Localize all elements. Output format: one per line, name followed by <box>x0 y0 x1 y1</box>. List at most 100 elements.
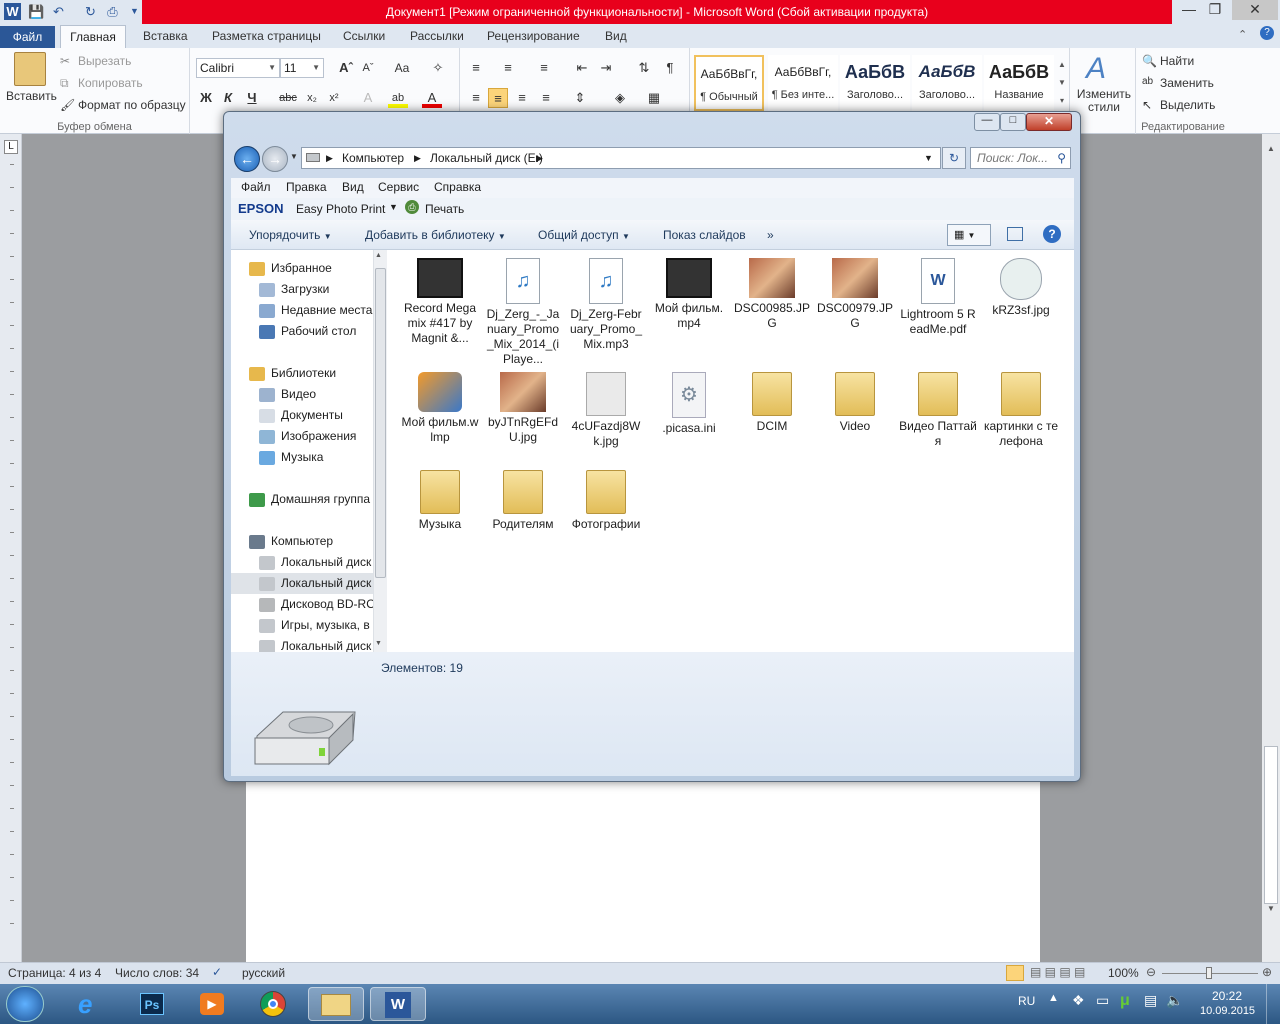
tray-time[interactable]: 20:22 <box>1212 989 1242 1003</box>
strikethrough-icon[interactable]: abc <box>278 88 298 108</box>
nav-item[interactable]: Библиотеки <box>231 363 379 384</box>
tab-selector-icon[interactable]: L <box>4 140 18 154</box>
word-app-icon[interactable]: W <box>4 3 21 20</box>
increase-indent-icon[interactable]: ⇥ <box>596 58 616 78</box>
nav-item[interactable]: Локальный диск <box>231 573 379 594</box>
nav-item[interactable]: Игры, музыка, в <box>231 615 379 636</box>
add-to-library-button[interactable]: Добавить в библиотеку ▼ <box>365 220 506 250</box>
word-taskbar-button[interactable]: W <box>370 987 426 1021</box>
tab-review[interactable]: Рецензирование <box>487 24 580 48</box>
word-count[interactable]: Число слов: 34 <box>115 966 199 980</box>
file-item[interactable]: ⚙ .picasa.ini <box>650 372 728 436</box>
copy-icon[interactable]: ⧉ <box>60 76 69 91</box>
start-button[interactable] <box>6 986 44 1022</box>
nav-item[interactable]: Дисковод BD-RO <box>231 594 379 615</box>
refresh-icon[interactable]: ↻ <box>942 147 966 169</box>
navigation-scrollbar[interactable]: ▲ ▼ <box>373 250 387 652</box>
torrent-icon[interactable]: μ <box>1120 992 1130 1010</box>
style-heading-1[interactable]: АаБбВ Заголово... <box>840 55 910 111</box>
numbering-icon[interactable]: ≡ <box>498 58 518 78</box>
paste-icon[interactable] <box>14 52 46 86</box>
help-icon[interactable]: ? <box>1043 225 1061 243</box>
file-item[interactable]: kRZ3sf.jpg <box>982 258 1060 318</box>
style-heading-2[interactable]: АаБбВ Заголово... <box>912 55 982 111</box>
align-center-icon[interactable]: ≡ <box>488 88 508 108</box>
zoom-out-icon[interactable]: ⊖ <box>1146 965 1156 979</box>
line-spacing-icon[interactable]: ⇕ <box>570 88 590 108</box>
align-right-icon[interactable]: ≡ <box>512 88 532 108</box>
highlight-icon[interactable]: ab <box>388 88 408 108</box>
undo-icon[interactable]: ↶ <box>50 3 67 20</box>
folder-item[interactable]: Video <box>816 372 894 434</box>
file-item[interactable]: Мой фильм.mp4 <box>650 258 728 331</box>
tab-references[interactable]: Ссылки <box>343 24 385 48</box>
organize-button[interactable]: Упорядочить ▼ <box>249 220 332 250</box>
vertical-scrollbar[interactable]: ▲ ▼ <box>1262 134 1280 962</box>
change-case-icon[interactable]: Aa <box>392 58 412 78</box>
nav-item[interactable]: Локальный диск <box>231 552 379 573</box>
file-item[interactable]: Мой фильм.wlmp <box>401 372 479 445</box>
nav-item[interactable]: Локальный диск <box>231 636 379 652</box>
tab-file[interactable]: Файл <box>0 26 55 48</box>
breadcrumb-drive[interactable]: Локальный диск (E:) <box>430 148 543 168</box>
scroll-up-icon[interactable]: ▲ <box>1264 144 1278 158</box>
close-icon[interactable]: ✕ <box>1232 0 1278 20</box>
file-item[interactable]: 4cUFazdj8Wk.jpg <box>567 372 645 449</box>
view-modes-icon[interactable]: ▤ ▤ ▤ ▤ <box>1030 965 1085 979</box>
folder-item[interactable]: Родителям <box>484 470 562 532</box>
scroll-up-icon[interactable]: ▲ <box>375 252 382 259</box>
help-icon[interactable]: ? <box>1260 26 1274 40</box>
share-button[interactable]: Общий доступ ▼ <box>538 220 630 250</box>
clear-format-icon[interactable]: ✧ <box>428 58 448 78</box>
tab-insert[interactable]: Вставка <box>143 24 188 48</box>
styles-scroll-icon[interactable]: ▲ ▼ ▾ <box>1056 56 1068 112</box>
superscript-icon[interactable]: x² <box>324 88 344 108</box>
menu-view[interactable]: Вид <box>342 180 364 194</box>
nav-item[interactable]: Домашняя группа <box>231 489 379 510</box>
preview-pane-icon[interactable] <box>1007 227 1023 241</box>
collapse-ribbon-icon[interactable]: ⌃ <box>1238 28 1247 41</box>
tray-expand-icon[interactable]: ▲ <box>1048 992 1059 1004</box>
nav-item[interactable]: Загрузки <box>231 279 379 300</box>
bullets-icon[interactable]: ≡ <box>466 58 486 78</box>
file-item[interactable]: DSC00979.JPG <box>816 258 894 331</box>
copy-button[interactable]: Копировать <box>78 76 143 90</box>
italic-icon[interactable]: К <box>218 88 238 108</box>
change-styles-icon[interactable]: A <box>1086 52 1106 86</box>
chrome-taskbar-button[interactable] <box>246 987 302 1021</box>
folder-item[interactable]: Музыка <box>401 470 479 532</box>
explorer-minimize-icon[interactable]: — <box>974 113 1000 131</box>
restore-icon[interactable]: ❐ <box>1200 0 1230 20</box>
back-icon[interactable]: ← <box>234 146 260 172</box>
nav-item[interactable]: Недавние места <box>231 300 379 321</box>
select-button[interactable]: Выделить <box>1160 98 1215 112</box>
explorer-taskbar-button[interactable] <box>308 987 364 1021</box>
slideshow-button[interactable]: Показ слайдов <box>663 220 746 250</box>
qat-dropdown-icon[interactable]: ▼ <box>126 3 143 20</box>
menu-file[interactable]: Файл <box>241 180 271 194</box>
select-icon[interactable]: ↖ <box>1142 98 1152 112</box>
multilevel-list-icon[interactable]: ≡ <box>534 58 554 78</box>
print-icon[interactable]: ⎙ <box>104 3 121 20</box>
scroll-down-icon[interactable]: ▼ <box>1264 904 1278 918</box>
proofing-icon[interactable]: ✓ <box>212 965 222 979</box>
font-size-select[interactable]: 11 ▼ <box>280 58 324 78</box>
print-layout-icon[interactable] <box>1006 965 1024 981</box>
folder-item[interactable]: Фотографии <box>567 470 645 532</box>
tab-home[interactable]: Главная <box>60 25 126 49</box>
font-name-select[interactable]: Calibri ▼ <box>196 58 280 78</box>
pilcrow-icon[interactable]: ¶ <box>660 58 680 78</box>
style-no-spacing[interactable]: АаБбВвГг, ¶ Без инте... <box>768 55 838 111</box>
explorer-close-icon[interactable]: ✕ <box>1026 113 1072 131</box>
windows-flag-icon[interactable]: ❖ <box>1072 992 1085 1009</box>
redo-icon[interactable]: ↻ <box>82 3 99 20</box>
tab-mailings[interactable]: Рассылки <box>410 24 464 48</box>
volume-icon[interactable]: 🔈 <box>1166 992 1183 1009</box>
find-button[interactable]: Найти <box>1160 54 1194 68</box>
format-painter-button[interactable]: Формат по образцу <box>78 98 186 112</box>
cut-icon[interactable]: ✂ <box>60 54 70 68</box>
page-count[interactable]: Страница: 4 из 4 <box>8 966 101 980</box>
menu-help[interactable]: Справка <box>434 180 481 194</box>
address-bar[interactable]: ▶ Компьютер ▶ Локальный диск (E:) ▶ ▼ <box>301 147 941 169</box>
folder-item[interactable]: DCIM <box>733 372 811 434</box>
